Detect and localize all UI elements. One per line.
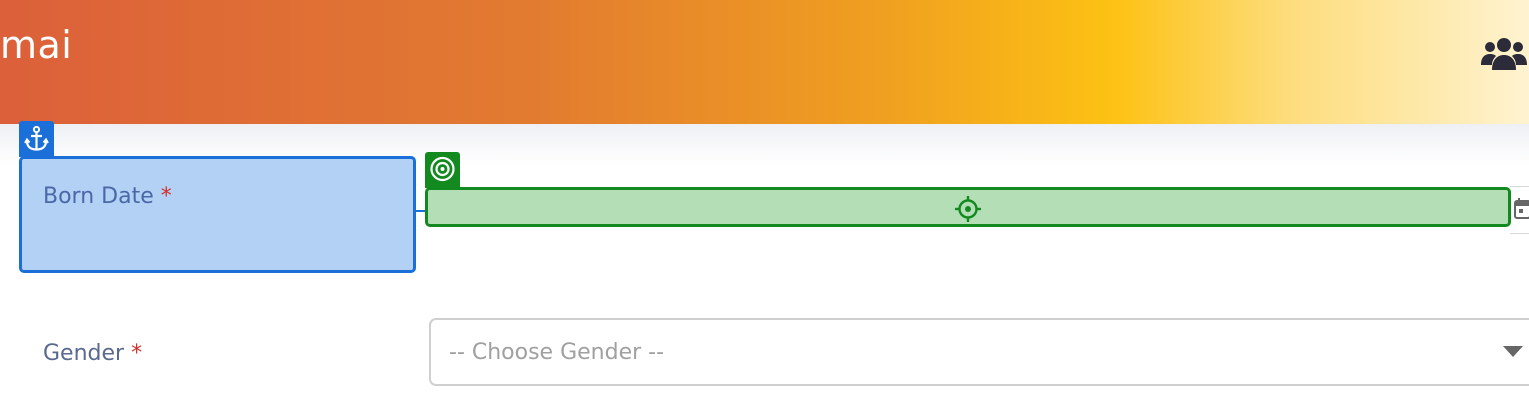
users-icon[interactable] <box>1480 36 1528 72</box>
gender-label-text: Gender <box>43 341 125 366</box>
calendar-icon[interactable] <box>1514 197 1529 219</box>
crosshair-icon <box>955 196 981 222</box>
born-date-label: Born Date * <box>43 184 172 209</box>
target-badge <box>425 152 460 188</box>
chevron-down-icon[interactable] <box>1503 346 1523 358</box>
app-header: mai <box>0 0 1529 124</box>
born-date-label-highlight <box>19 156 416 273</box>
gender-label: Gender * <box>43 341 142 366</box>
required-mark: * <box>160 184 172 209</box>
page: mai Born Date * Gender * -- Choose Gende… <box>0 0 1529 407</box>
app-title: mai <box>0 23 73 67</box>
born-date-label-text: Born Date <box>43 184 154 209</box>
target-icon <box>430 156 455 182</box>
anchor-icon <box>24 125 49 151</box>
required-mark: * <box>131 341 143 366</box>
anchor-badge <box>19 121 54 157</box>
gender-selected-value: -- Choose Gender -- <box>449 340 665 365</box>
